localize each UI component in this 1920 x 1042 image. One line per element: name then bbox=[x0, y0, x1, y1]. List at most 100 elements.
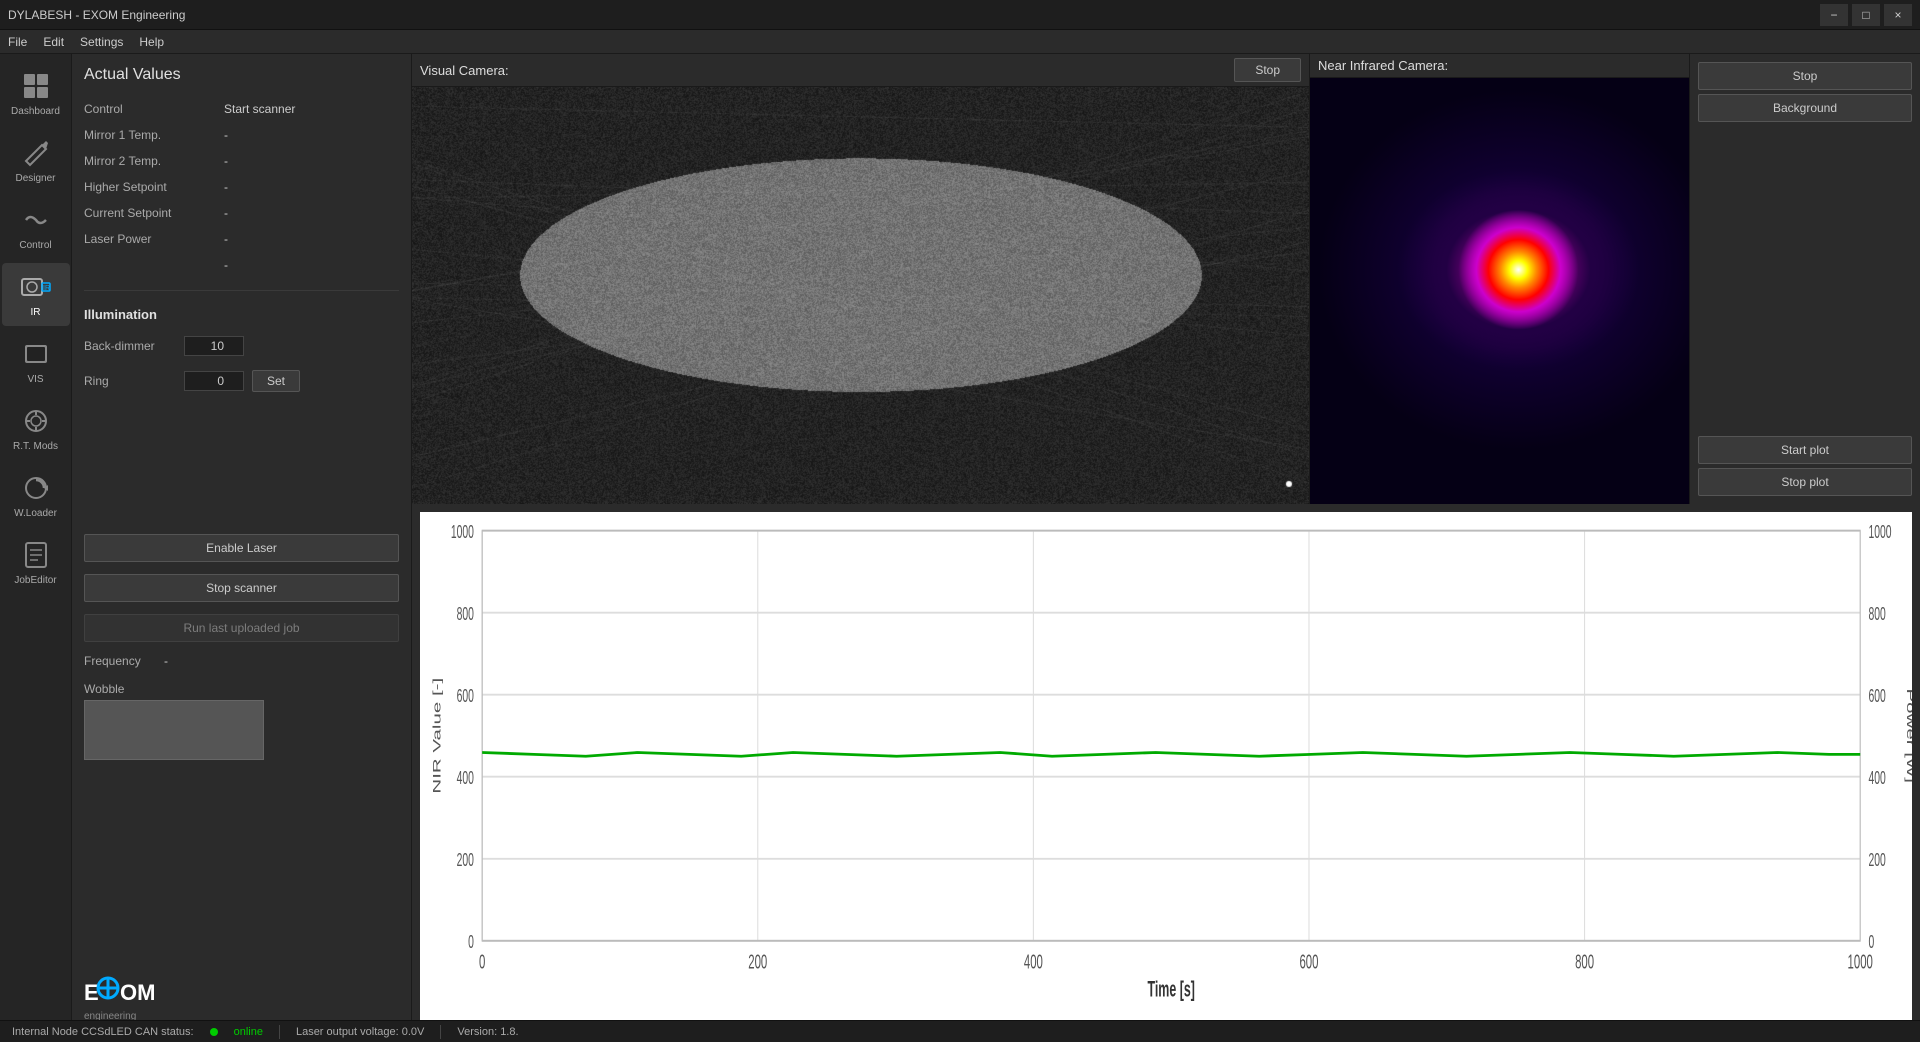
laser-power-row: Laser Power - bbox=[84, 230, 399, 248]
nir-side-panel: Stop Background Start plot Stop plot bbox=[1690, 54, 1920, 504]
status-dot bbox=[210, 1028, 218, 1036]
sidebar: Dashboard Designer Control bbox=[0, 54, 72, 1042]
svg-text:Power [W]: Power [W] bbox=[1904, 688, 1912, 783]
right-content: Visual Camera: Stop Near Infrared Camera… bbox=[412, 54, 1920, 1042]
svg-text:200: 200 bbox=[1868, 850, 1885, 871]
w-loader-icon bbox=[20, 472, 52, 504]
back-dimmer-label: Back-dimmer bbox=[84, 339, 184, 353]
svg-text:E: E bbox=[84, 980, 99, 1005]
sidebar-item-job-editor[interactable]: JobEditor bbox=[2, 531, 70, 594]
higher-setpoint-value: - bbox=[224, 180, 228, 194]
content-area: Actual Values Control Start scanner Mirr… bbox=[72, 54, 1920, 1042]
logo: E OM bbox=[84, 972, 184, 1012]
svg-text:600: 600 bbox=[1868, 686, 1885, 707]
frequency-row: Frequency - bbox=[84, 654, 399, 668]
version-label: Version: 1.8. bbox=[457, 1026, 518, 1038]
nir-camera-section: Near Infrared Camera: bbox=[1310, 54, 1690, 504]
svg-text:600: 600 bbox=[1299, 950, 1318, 973]
sidebar-item-vis[interactable]: VIS bbox=[2, 330, 70, 393]
visual-camera-title: Visual Camera: bbox=[420, 63, 509, 78]
main-layout: Dashboard Designer Control bbox=[0, 54, 1920, 1042]
minimize-button[interactable]: − bbox=[1820, 4, 1848, 26]
current-setpoint-value: - bbox=[224, 206, 228, 220]
can-status-label: Internal Node CCSdLED CAN status: bbox=[12, 1026, 194, 1038]
laser-power-value: - bbox=[224, 232, 228, 246]
svg-text:800: 800 bbox=[1868, 604, 1885, 625]
maximize-button[interactable]: □ bbox=[1852, 4, 1880, 26]
menu-help[interactable]: Help bbox=[139, 35, 164, 49]
enable-laser-button[interactable]: Enable Laser bbox=[84, 534, 399, 562]
set-button[interactable]: Set bbox=[252, 370, 300, 392]
sidebar-label-dashboard: Dashboard bbox=[11, 106, 60, 117]
sidebar-label-vis: VIS bbox=[27, 374, 43, 385]
nir-start-plot-button[interactable]: Start plot bbox=[1698, 436, 1912, 464]
run-last-job-button[interactable]: Run last uploaded job bbox=[84, 614, 399, 642]
dashboard-icon bbox=[20, 70, 52, 102]
extra-value: - bbox=[224, 258, 228, 272]
nir-background-button[interactable]: Background bbox=[1698, 94, 1912, 122]
ring-input[interactable] bbox=[184, 371, 244, 391]
close-button[interactable]: × bbox=[1884, 4, 1912, 26]
laser-power-label: Laser Power bbox=[84, 232, 224, 246]
sidebar-label-control: Control bbox=[19, 240, 51, 251]
back-dimmer-input[interactable] bbox=[184, 336, 244, 356]
svg-text:200: 200 bbox=[748, 950, 767, 973]
menu-bar: File Edit Settings Help bbox=[0, 30, 1920, 54]
mirror1-value: - bbox=[224, 128, 228, 142]
sidebar-item-dashboard[interactable]: Dashboard bbox=[2, 62, 70, 125]
designer-icon bbox=[20, 137, 52, 169]
mirror1-label: Mirror 1 Temp. bbox=[84, 128, 224, 142]
cameras-row: Visual Camera: Stop Near Infrared Camera… bbox=[412, 54, 1920, 504]
menu-settings[interactable]: Settings bbox=[80, 35, 123, 49]
rt-mods-icon bbox=[20, 405, 52, 437]
sidebar-item-control[interactable]: Control bbox=[2, 196, 70, 259]
ir-icon: IR bbox=[20, 271, 52, 303]
svg-text:400: 400 bbox=[1024, 950, 1043, 973]
nir-stop-button[interactable]: Stop bbox=[1698, 62, 1912, 90]
ring-row: Ring Set bbox=[84, 370, 399, 392]
chart-svg: 0 200 400 600 800 1000 0 200 400 600 800 bbox=[420, 512, 1912, 1034]
visual-camera-stop-button[interactable]: Stop bbox=[1234, 58, 1301, 82]
sidebar-item-rt-mods[interactable]: R.T. Mods bbox=[2, 397, 70, 460]
svg-text:1000: 1000 bbox=[1848, 950, 1873, 973]
svg-text:600: 600 bbox=[457, 686, 474, 707]
mirror1-row: Mirror 1 Temp. - bbox=[84, 126, 399, 144]
visual-camera-canvas bbox=[412, 87, 1309, 504]
can-status-value: online bbox=[234, 1026, 263, 1038]
svg-text:0: 0 bbox=[468, 932, 474, 953]
nir-thermal-display bbox=[1310, 78, 1689, 504]
wobble-label: Wobble bbox=[84, 682, 399, 696]
status-bar: Internal Node CCSdLED CAN status: online… bbox=[0, 1020, 1920, 1042]
control-row: Control Start scanner bbox=[84, 100, 399, 118]
svg-text:0: 0 bbox=[1868, 932, 1874, 953]
svg-text:Time [s]: Time [s] bbox=[1147, 977, 1194, 1002]
sidebar-item-designer[interactable]: Designer bbox=[2, 129, 70, 192]
job-editor-icon bbox=[20, 539, 52, 571]
svg-text:0: 0 bbox=[479, 950, 485, 973]
window-controls: − □ × bbox=[1820, 4, 1912, 26]
stop-scanner-button[interactable]: Stop scanner bbox=[84, 574, 399, 602]
svg-text:200: 200 bbox=[457, 850, 474, 871]
menu-edit[interactable]: Edit bbox=[43, 35, 64, 49]
svg-text:NIR Value [-]: NIR Value [-] bbox=[430, 678, 443, 794]
svg-text:IR: IR bbox=[43, 285, 50, 292]
nir-camera-feed bbox=[1310, 78, 1689, 504]
illumination-title: Illumination bbox=[84, 307, 399, 322]
visual-camera-section: Visual Camera: Stop bbox=[412, 54, 1310, 504]
left-panel: Actual Values Control Start scanner Mirr… bbox=[72, 54, 412, 1042]
mirror2-value: - bbox=[224, 154, 228, 168]
menu-file[interactable]: File bbox=[8, 35, 27, 49]
svg-text:800: 800 bbox=[457, 604, 474, 625]
back-dimmer-row: Back-dimmer bbox=[84, 336, 399, 356]
wobble-display bbox=[84, 700, 264, 760]
window-title: DYLABESH - EXOM Engineering bbox=[8, 8, 185, 22]
title-bar: DYLABESH - EXOM Engineering − □ × bbox=[0, 0, 1920, 30]
mirror2-row: Mirror 2 Temp. - bbox=[84, 152, 399, 170]
nir-stop-plot-button[interactable]: Stop plot bbox=[1698, 468, 1912, 496]
spacer-1 bbox=[84, 406, 399, 526]
sidebar-item-w-loader[interactable]: W.Loader bbox=[2, 464, 70, 527]
svg-text:OM: OM bbox=[120, 980, 155, 1005]
frequency-label: Frequency bbox=[84, 654, 164, 668]
sidebar-item-ir[interactable]: IR IR bbox=[2, 263, 70, 326]
section-divider-1 bbox=[84, 290, 399, 291]
